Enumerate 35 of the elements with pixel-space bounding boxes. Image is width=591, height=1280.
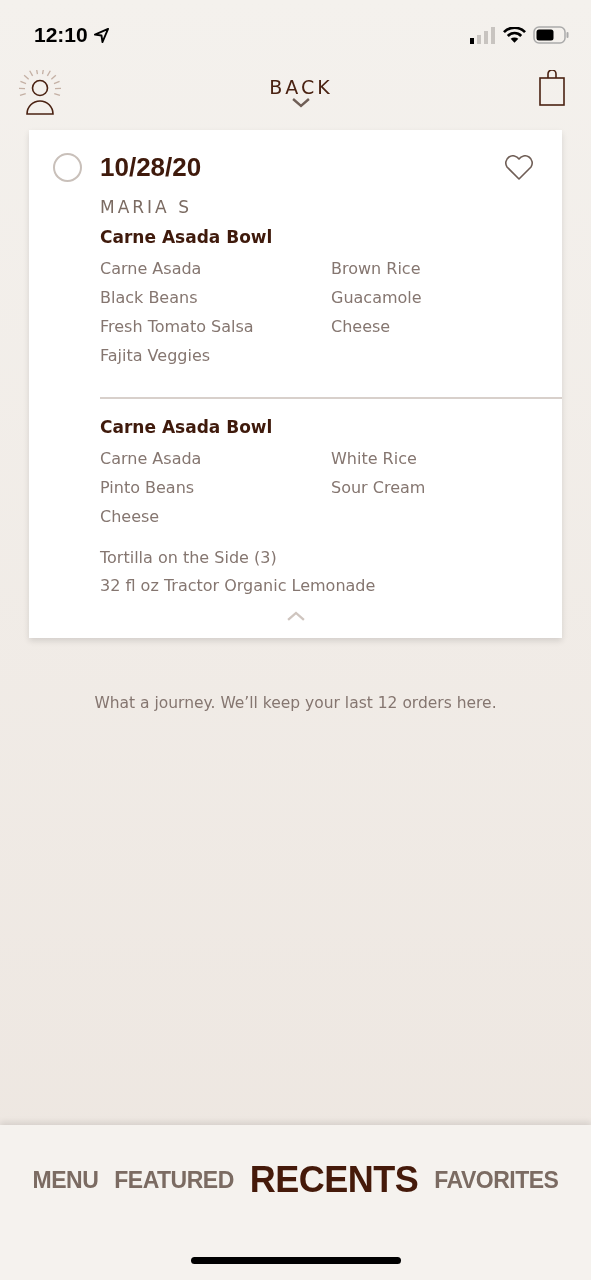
- back-button[interactable]: BACK: [269, 76, 333, 108]
- wifi-icon: [503, 26, 526, 44]
- heart-icon[interactable]: [504, 154, 534, 181]
- entree-title: Carne Asada Bowl: [100, 417, 274, 437]
- ingredient: Fajita Veggies: [100, 346, 211, 366]
- profile-icon[interactable]: [17, 70, 63, 116]
- nav-tab[interactable]: MENU: [32, 1166, 99, 1194]
- side-item: Tortilla on the Side (3): [100, 548, 277, 568]
- nav-tab[interactable]: FEATURED: [114, 1166, 234, 1194]
- ingredient: Carne Asada: [100, 259, 202, 279]
- ingredient: Fresh Tomato Salsa: [100, 317, 254, 337]
- entree-title: Carne Asada Bowl: [100, 227, 274, 247]
- battery-icon: [533, 26, 569, 44]
- nav-tab[interactable]: FAVORITES: [434, 1166, 559, 1194]
- ingredient: Carne Asada: [100, 449, 202, 469]
- ingredient: White Rice: [331, 449, 417, 469]
- ingredient: Cheese: [331, 317, 391, 337]
- ingredient: Black Beans: [100, 288, 198, 308]
- ingredient: Cheese: [100, 507, 160, 527]
- orders-note: What a journey. We’ll keep your last 12 orders here.: [94, 694, 497, 713]
- select-radio[interactable]: [53, 153, 82, 182]
- chevron-down-icon: [292, 98, 310, 108]
- ingredient: Guacamole: [331, 288, 422, 308]
- ingredient: Brown Rice: [331, 259, 421, 279]
- chevron-up-icon: [286, 611, 305, 622]
- ingredient: Sour Cream: [331, 478, 426, 498]
- ingredient: Pinto Beans: [100, 478, 195, 498]
- nav-tab[interactable]: RECENTS: [249, 1159, 419, 1201]
- signal-icon: [470, 26, 496, 44]
- customer-name: MARIA S: [100, 197, 193, 217]
- shopping-bag-icon[interactable]: [539, 70, 565, 106]
- status-time: 12:10: [34, 23, 109, 47]
- location-icon: [93, 27, 109, 43]
- side-item: 32 fl oz Tractor Organic Lemonade: [100, 576, 376, 596]
- order-date: 10/28/20: [100, 152, 203, 183]
